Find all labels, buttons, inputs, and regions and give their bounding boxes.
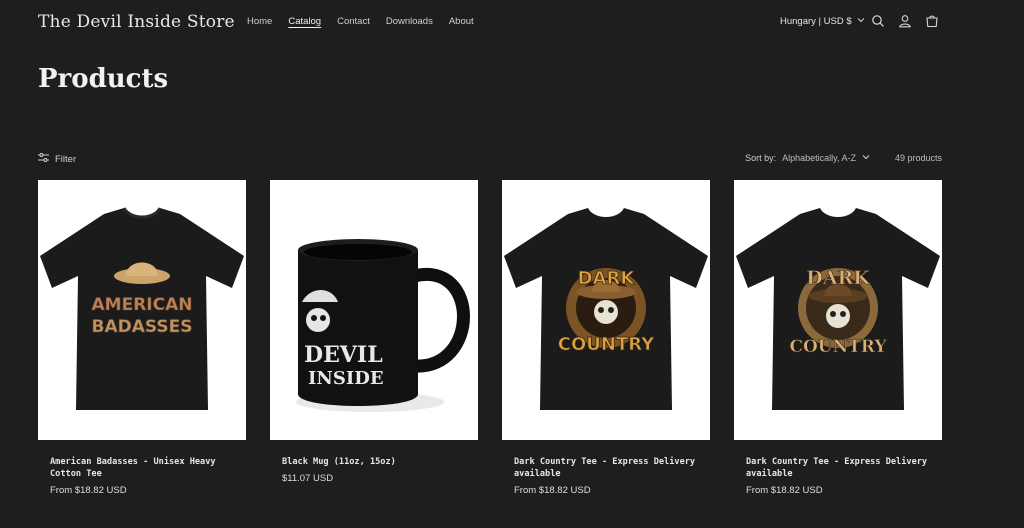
account-icon[interactable] (898, 14, 912, 28)
nav-downloads[interactable]: Downloads (386, 16, 433, 27)
shirt-print-text: COUNTRY (789, 337, 887, 357)
product-image-tshirt[interactable]: DARK COUNTRY (734, 180, 942, 440)
product-card[interactable]: AMERICAN BADASSES American Badasses - Un… (38, 180, 246, 496)
product-card[interactable]: DARK COUNTRY Dark Country Tee - Express … (734, 180, 942, 496)
nav-about[interactable]: About (449, 16, 474, 27)
shirt-print-text: BADASSES (92, 317, 193, 337)
shirt-print-text: AMERICAN (92, 295, 193, 315)
filter-button[interactable]: Filter (38, 153, 76, 165)
mug-print-text: DEVIL (304, 342, 383, 368)
locale-label: Hungary | USD $ (780, 16, 852, 27)
product-price: From $18.82 USD (50, 485, 127, 496)
sort-select[interactable]: Alphabetically, A-Z (782, 153, 870, 163)
header-icons (871, 14, 939, 28)
shirt-print-text: DARK (578, 268, 636, 289)
search-icon[interactable] (871, 14, 885, 28)
product-title[interactable]: Dark Country Tee - Express Delivery avai… (514, 456, 698, 480)
chevron-down-icon (857, 16, 865, 27)
filter-label: Filter (55, 153, 77, 165)
product-grid: AMERICAN BADASSES American Badasses - Un… (38, 180, 942, 496)
page-title: Products (38, 64, 169, 94)
product-title[interactable]: Dark Country Tee - Express Delivery avai… (746, 456, 930, 480)
mug-print-text: INSIDE (308, 368, 384, 389)
chevron-down-icon (862, 153, 870, 163)
nav-contact[interactable]: Contact (337, 16, 370, 27)
site-header: The Devil Inside Store Home Catalog Cont… (0, 0, 1024, 44)
sort-control: Sort by: Alphabetically, A-Z (745, 153, 870, 163)
product-price: $11.07 USD (282, 473, 334, 484)
main-nav: Home Catalog Contact Downloads About (247, 16, 474, 27)
product-title[interactable]: American Badasses - Unisex Heavy Cotton … (50, 456, 234, 480)
product-title[interactable]: Black Mug (11oz, 15oz) (282, 456, 466, 468)
collection-toolbar: Filter Sort by: Alphabetically, A-Z 49 p… (38, 152, 942, 168)
shirt-print-text: COUNTRY (558, 334, 655, 355)
sort-label: Sort by: (745, 153, 777, 163)
store-logo[interactable]: The Devil Inside Store (38, 12, 235, 32)
filter-icon (38, 153, 49, 165)
nav-home[interactable]: Home (247, 16, 272, 27)
shirt-print-text: DARK (806, 267, 871, 289)
product-image-mug[interactable]: DEVIL INSIDE (270, 180, 478, 440)
product-card[interactable]: DARK COUNTRY Dark Country Tee - Express … (502, 180, 710, 496)
product-image-tshirt[interactable]: DARK COUNTRY (502, 180, 710, 440)
product-image-tshirt[interactable]: AMERICAN BADASSES (38, 180, 246, 440)
product-card[interactable]: DEVIL INSIDE Black Mug (11oz, 15oz) $11.… (270, 180, 478, 496)
cart-icon[interactable] (925, 14, 939, 28)
product-price: From $18.82 USD (746, 485, 823, 496)
nav-catalog[interactable]: Catalog (288, 16, 321, 27)
locale-selector[interactable]: Hungary | USD $ (780, 16, 865, 27)
product-price: From $18.82 USD (514, 485, 591, 496)
product-count: 49 products (894, 153, 942, 163)
sort-value: Alphabetically, A-Z (782, 153, 856, 163)
